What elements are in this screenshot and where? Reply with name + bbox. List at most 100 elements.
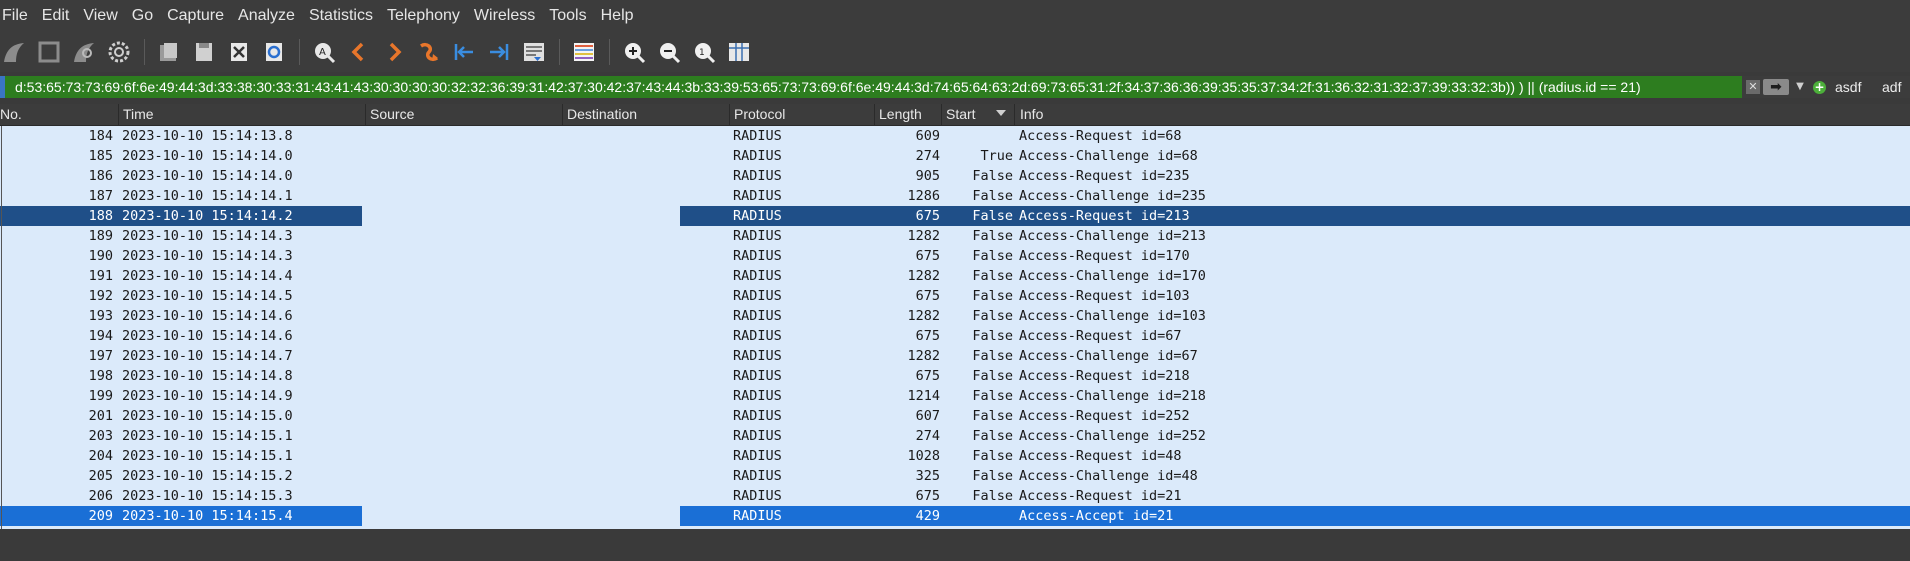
packet-number-cell: 205 [88,468,113,484]
autoscroll-icon[interactable] [520,38,548,66]
packet-start-cell: False [972,428,1013,444]
column-header-info[interactable]: Info [1014,104,1043,125]
shark-fin-start-icon[interactable] [0,38,28,66]
packet-length-cell: 1282 [907,228,940,244]
packet-row[interactable]: 209 2023-10-10 15:14:15.4 RADIUS 429 Access-… [0,506,1910,526]
packet-start-cell: False [972,248,1013,264]
packet-length-cell: 675 [915,488,940,504]
restart-capture-icon[interactable] [70,38,98,66]
packet-time-cell: 2023-10-10 15:14:14.2 [122,208,293,224]
packet-row[interactable]: 205 2023-10-10 15:14:15.2 RADIUS 325 False Ac… [0,466,1910,486]
packet-row[interactable]: 203 2023-10-10 15:14:15.1 RADIUS 274 False Ac… [0,426,1910,446]
packet-info-cell: Access-Request id=103 [1019,288,1190,304]
packet-number-cell: 203 [88,428,113,444]
menu-go[interactable]: Go [132,7,153,25]
column-header-protocol[interactable]: Protocol [729,104,785,125]
packet-start-cell: False [972,448,1013,464]
menu-statistics[interactable]: Statistics [309,7,373,25]
packet-row[interactable]: 193 2023-10-10 15:14:14.6 RADIUS 1282 False A… [0,306,1910,326]
colorize-icon[interactable] [570,38,598,66]
packet-protocol-cell: RADIUS [733,368,782,384]
packet-number-cell: 197 [88,348,113,364]
menu-telephony[interactable]: Telephony [387,7,460,25]
packet-info-cell: Access-Request id=235 [1019,168,1190,184]
menu-edit[interactable]: Edit [42,7,70,25]
go-first-packet-icon[interactable] [450,38,478,66]
go-to-packet-icon[interactable] [415,38,443,66]
go-forward-icon[interactable] [380,38,408,66]
packet-protocol-cell: RADIUS [733,208,782,224]
resize-columns-icon[interactable] [725,38,753,66]
packet-protocol-cell: RADIUS [733,428,782,444]
menu-capture[interactable]: Capture [167,7,224,25]
filter-button-asdf[interactable]: asdf [1835,76,1861,98]
chevron-down-icon[interactable]: ▼ [1793,79,1807,95]
packet-info-cell: Access-Challenge id=213 [1019,228,1206,244]
column-header-start[interactable]: Start [941,104,976,125]
menu-analyze[interactable]: Analyze [238,7,295,25]
apply-filter-button[interactable]: ➡ [1763,79,1789,95]
packet-row[interactable]: 190 2023-10-10 15:14:14.3 RADIUS 675 False Ac… [0,246,1910,266]
menu-bar: File Edit View Go Capture Analyze Statis… [0,0,1910,32]
packet-row[interactable]: 185 2023-10-10 15:14:14.0 RADIUS 274 True Acc… [0,146,1910,166]
packet-start-cell: True [980,148,1013,164]
packet-length-cell: 274 [915,428,940,444]
packet-row[interactable]: 204 2023-10-10 15:14:15.1 RADIUS 1028 False A… [0,446,1910,466]
column-header-no[interactable]: No. [0,104,22,125]
save-file-icon[interactable] [190,38,218,66]
packet-row[interactable]: 191 2023-10-10 15:14:14.4 RADIUS 1282 False A… [0,266,1910,286]
reload-file-icon[interactable] [260,38,288,66]
menu-help[interactable]: Help [601,7,634,25]
find-packet-icon[interactable]: A [310,38,338,66]
zoom-in-icon[interactable] [620,38,648,66]
packet-row[interactable]: 194 2023-10-10 15:14:14.6 RADIUS 675 False Ac… [0,326,1910,346]
go-last-packet-icon[interactable] [485,38,513,66]
packet-row[interactable]: 184 2023-10-10 15:14:13.8 RADIUS 609 Access-… [0,126,1910,146]
packet-row[interactable]: 197 2023-10-10 15:14:14.7 RADIUS 1282 False A… [0,346,1910,366]
packet-length-cell: 1282 [907,268,940,284]
packet-time-cell: 2023-10-10 15:14:14.5 [122,288,293,304]
packet-protocol-cell: RADIUS [733,248,782,264]
packet-info-cell: Access-Request id=67 [1019,328,1182,344]
packet-info-cell: Access-Request id=213 [1019,208,1190,224]
packet-protocol-cell: RADIUS [733,488,782,504]
capture-options-icon[interactable] [105,38,133,66]
packet-time-cell: 2023-10-10 15:14:14.1 [122,188,293,204]
zoom-out-icon[interactable] [655,38,683,66]
packet-row[interactable]: 187 2023-10-10 15:14:14.1 RADIUS 1286 False A… [0,186,1910,206]
column-header-time[interactable]: Time [118,104,154,125]
packet-row[interactable]: 198 2023-10-10 15:14:14.8 RADIUS 675 False Ac… [0,366,1910,386]
packet-number-cell: 191 [88,268,113,284]
close-file-icon[interactable] [225,38,253,66]
clear-filter-icon[interactable]: ✕ [1746,80,1760,94]
packet-row[interactable]: 199 2023-10-10 15:14:14.9 RADIUS 1214 False A… [0,386,1910,406]
stop-capture-icon[interactable] [35,38,63,66]
packet-row[interactable]: 186 2023-10-10 15:14:14.0 RADIUS 905 False Ac… [0,166,1910,186]
filter-button-adf[interactable]: adf [1882,76,1901,98]
packet-start-cell: False [972,348,1013,364]
column-header-length[interactable]: Length [874,104,922,125]
packet-protocol-cell: RADIUS [733,508,782,524]
packet-time-cell: 2023-10-10 15:14:14.3 [122,228,293,244]
column-header-source[interactable]: Source [365,104,414,125]
menu-wireless[interactable]: Wireless [474,7,535,25]
packet-protocol-cell: RADIUS [733,268,782,284]
packet-start-cell: False [972,408,1013,424]
packet-row[interactable]: 206 2023-10-10 15:14:15.3 RADIUS 675 False Ac… [0,486,1910,506]
packet-row[interactable]: 201 2023-10-10 15:14:15.0 RADIUS 607 False Ac… [0,406,1910,426]
packet-number-cell: 198 [88,368,113,384]
packet-row[interactable]: 188 2023-10-10 15:14:14.2 RADIUS 675 False Ac… [0,206,1910,226]
packet-row[interactable]: 192 2023-10-10 15:14:14.5 RADIUS 675 False Ac… [0,286,1910,306]
normal-size-icon[interactable]: 1 [690,38,718,66]
menu-tools[interactable]: Tools [549,7,586,25]
open-file-icon[interactable] [155,38,183,66]
go-back-icon[interactable] [345,38,373,66]
menu-file[interactable]: File [2,7,28,25]
display-filter-input[interactable]: d:53:65:73:73:69:6f:6e:49:44:3d:33:38:30… [0,76,1742,98]
packet-protocol-cell: RADIUS [733,308,782,324]
packet-row[interactable]: 189 2023-10-10 15:14:14.3 RADIUS 1282 False A… [0,226,1910,246]
menu-view[interactable]: View [83,7,117,25]
packet-start-cell: False [972,268,1013,284]
add-filter-button-icon[interactable]: + [1813,81,1826,94]
column-header-destination[interactable]: Destination [562,104,637,125]
